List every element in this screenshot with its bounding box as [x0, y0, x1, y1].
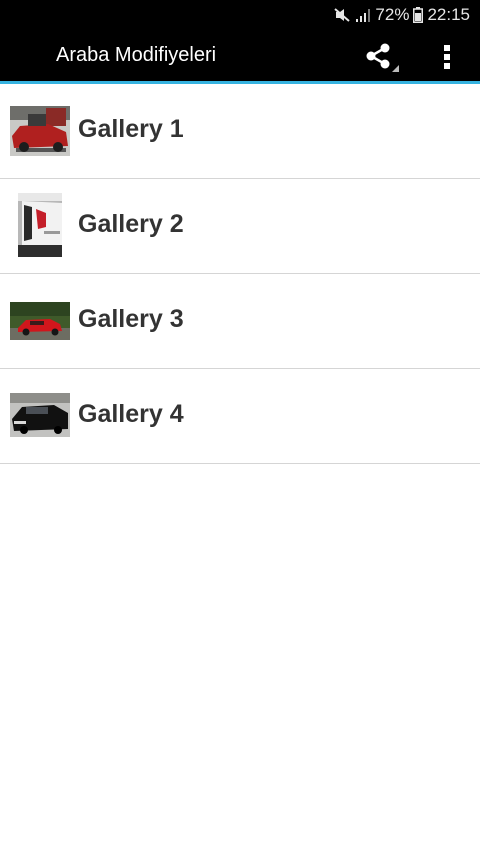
red-car-engine-thumbnail: [10, 106, 70, 156]
gallery-label: Gallery 1: [78, 115, 184, 143]
gallery-label: Gallery 4: [78, 400, 184, 428]
share-button[interactable]: [362, 39, 402, 75]
clock: 22:15: [427, 4, 470, 24]
black-car-thumbnail: [10, 393, 70, 437]
battery-icon: [413, 6, 424, 23]
gallery-label: Gallery 3: [78, 305, 184, 333]
status-icons: 72% 22:15: [333, 4, 470, 25]
gallery-label: Gallery 2: [78, 210, 184, 238]
battery-percent: 72%: [375, 4, 410, 24]
list-item-gallery-1[interactable]: Gallery 1: [0, 84, 480, 179]
red-car-road-thumbnail: [10, 302, 70, 340]
white-car-tail-thumbnail: [18, 193, 62, 257]
overflow-menu-button[interactable]: [436, 39, 458, 75]
list-item-gallery-3[interactable]: Gallery 3: [0, 274, 480, 369]
mute-icon: [333, 7, 351, 23]
status-bar: 72% 22:15: [0, 0, 480, 29]
overflow-menu-icon: [444, 45, 450, 69]
gallery-list: Gallery 1 Gallery 2 Gallery 3 Gallery 4: [0, 84, 480, 464]
app-bar: Araba Modifiyeleri: [0, 29, 480, 81]
signal-icon: [355, 7, 371, 23]
share-icon: [366, 43, 399, 72]
app-title: Araba Modifiyeleri: [56, 44, 217, 66]
list-item-gallery-2[interactable]: Gallery 2: [0, 179, 480, 274]
list-item-gallery-4[interactable]: Gallery 4: [0, 369, 480, 464]
